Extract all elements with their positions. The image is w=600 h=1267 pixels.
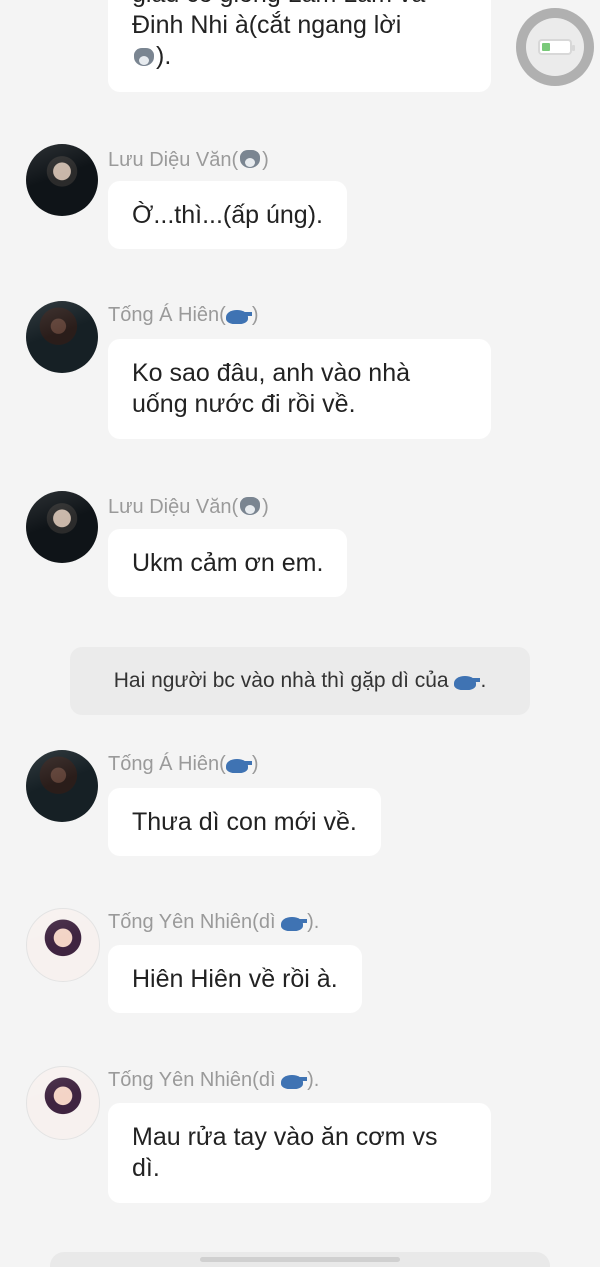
- whale-emoji-icon: [225, 304, 252, 324]
- wolf-emoji-icon: [238, 493, 262, 517]
- message-bubble[interactable]: Thưa dì con mới về.: [108, 788, 381, 856]
- message-line: Đinh Nhi à(cắt ngang lời: [132, 11, 402, 39]
- message-text: Mau rửa tay vào ăn cơm vs dì.: [132, 1123, 438, 1182]
- message-bubble[interactable]: Mau rửa tay vào ăn cơm vs dì.: [108, 1103, 491, 1203]
- floating-button-ring: [526, 18, 584, 76]
- whale-emoji-icon: [454, 670, 481, 690]
- sender-name: Lưu Diệu Văn(): [108, 493, 269, 519]
- avatar[interactable]: [26, 301, 98, 373]
- message-bubble[interactable]: Hiên Hiên về rồi à.: [108, 945, 362, 1013]
- message-line: ).: [132, 41, 425, 72]
- avatar[interactable]: [26, 144, 98, 216]
- message-text: Thưa dì con mới về.: [132, 807, 357, 836]
- avatar[interactable]: [26, 908, 100, 982]
- sender-name: Lưu Diệu Văn(): [108, 146, 269, 172]
- message-bubble[interactable]: Ờ...thì...(ấp úng).: [108, 181, 347, 249]
- battery-charging-icon: [538, 39, 575, 55]
- message-text: Hiên Hiên về rồi à.: [132, 964, 338, 993]
- message-line: giàu có giống Lam Lam và: [132, 0, 425, 10]
- message-bubble[interactable]: giàu có giống Lam Lam và Đinh Nhi à(cắt …: [108, 0, 491, 92]
- message-bubble[interactable]: Ko sao đâu, anh vào nhà uống nước đi rồi…: [108, 339, 491, 439]
- system-message: Hai người bc vào nhà thì gặp dì của .: [70, 647, 530, 715]
- home-indicator[interactable]: [200, 1257, 400, 1262]
- sender-name: Tống Á Hiên(): [108, 304, 259, 326]
- message-text: Ko sao đâu, anh vào nhà uống nước đi rồi…: [132, 359, 411, 418]
- avatar[interactable]: [26, 750, 98, 822]
- chat-screen: giàu có giống Lam Lam và Đinh Nhi à(cắt …: [0, 0, 600, 1267]
- message-bubble[interactable]: Ukm cảm ơn em.: [108, 529, 348, 597]
- whale-emoji-icon: [281, 1069, 308, 1089]
- sender-name: Tống Yên Nhiên(dì ).: [108, 1069, 320, 1091]
- message-text: giàu có giống Lam Lam và Đinh Nhi à(cắt …: [132, 0, 425, 72]
- avatar[interactable]: [26, 491, 98, 563]
- sender-name: Tống Yên Nhiên(dì ).: [108, 911, 320, 933]
- wolf-emoji-icon: [238, 146, 262, 170]
- floating-assistive-button[interactable]: [516, 8, 594, 86]
- whale-emoji-icon: [225, 753, 252, 773]
- sender-name: Tống Á Hiên(): [108, 753, 259, 775]
- whale-emoji-icon: [281, 911, 308, 931]
- wolf-emoji-icon: [132, 44, 156, 68]
- message-text: Ờ...thì...(ấp úng).: [132, 200, 323, 229]
- message-text: Ukm cảm ơn em.: [132, 548, 324, 577]
- avatar[interactable]: [26, 1066, 100, 1140]
